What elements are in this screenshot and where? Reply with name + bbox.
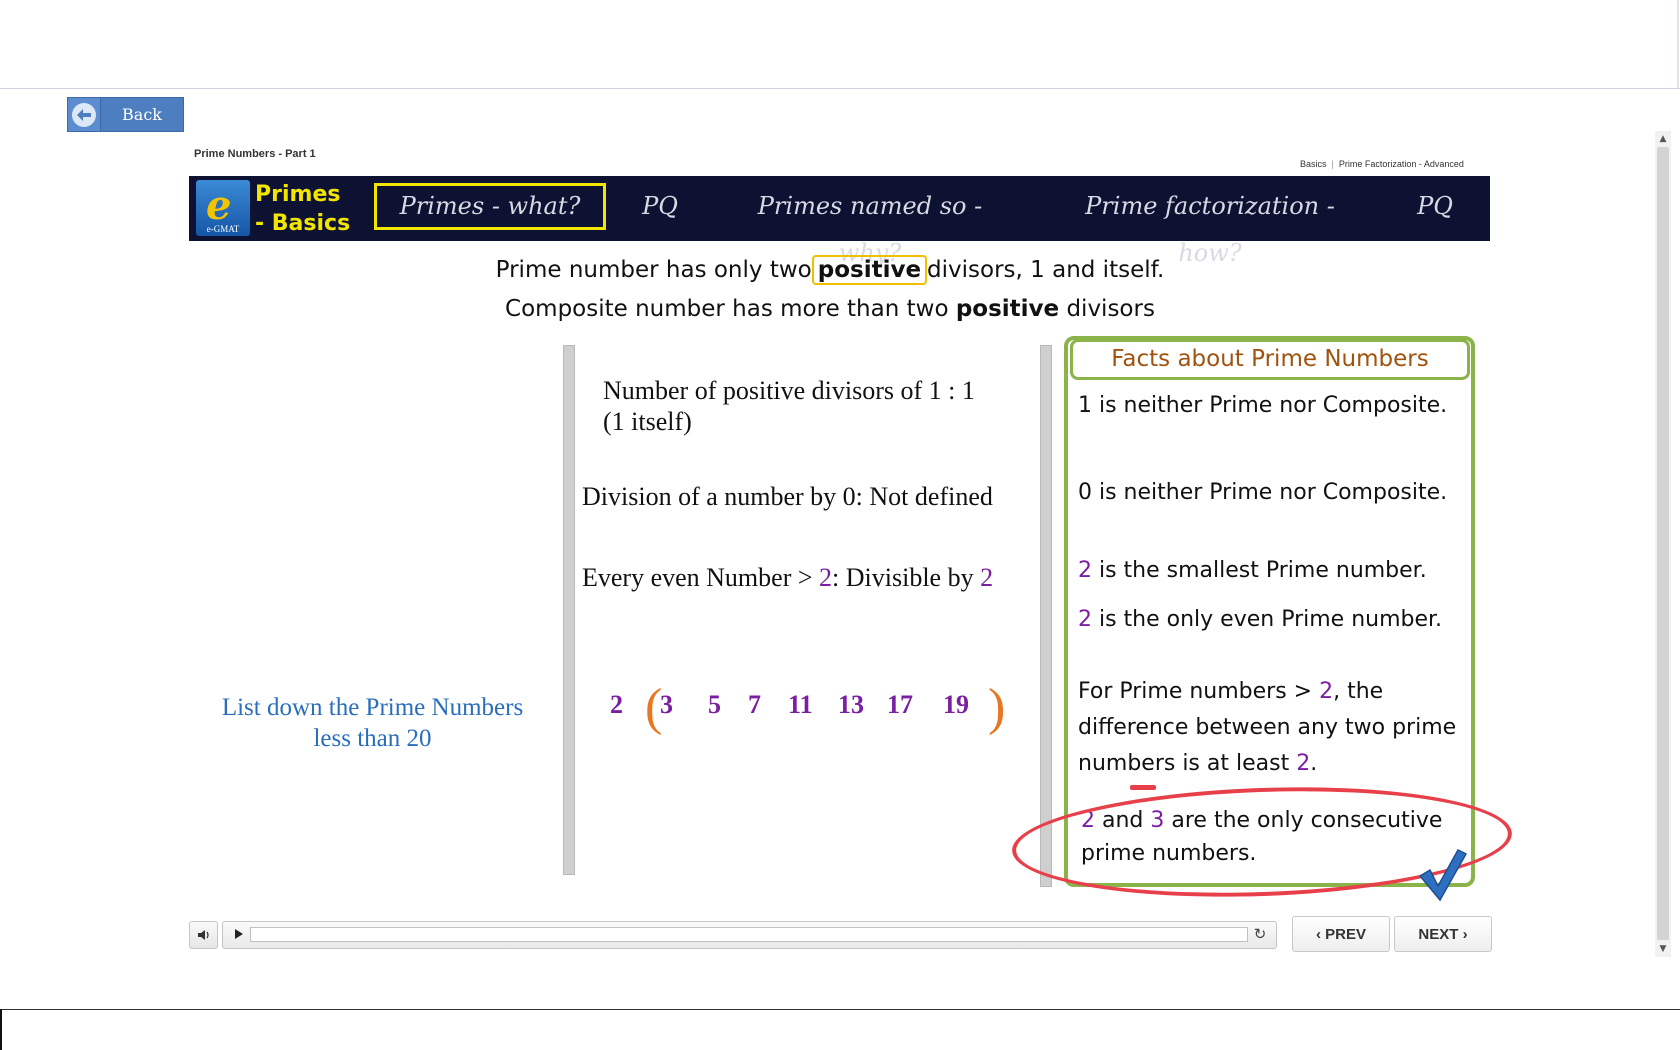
even-divisor: 2 — [980, 563, 994, 592]
nav-tab-prime-factorization[interactable]: Prime factorization - how? — [1050, 183, 1370, 267]
prime-19: 19 — [943, 690, 969, 719]
module-title-line1: Primes — [255, 182, 341, 207]
frame-top-divider — [0, 88, 1680, 89]
logo-brand: e-GMAT — [206, 224, 240, 234]
even-text-pre: Every even Number > — [582, 563, 820, 592]
composite-positive: positive — [955, 296, 1060, 322]
breadcrumb: Basics | Prime Factorization - Advanced — [1300, 159, 1464, 169]
composite-definition: Composite number has more than two posit… — [480, 296, 1180, 322]
play-icon — [235, 929, 243, 939]
mute-button[interactable] — [189, 921, 218, 949]
fact-even-prime: 2 is the only even Prime number. — [1078, 602, 1470, 638]
even-number: 2 — [819, 563, 833, 592]
composite-definition-pre: Composite number has more than two — [505, 296, 956, 322]
left-divider — [563, 345, 575, 875]
fact-smallest-prime: 2 is the smallest Prime number. — [1078, 553, 1470, 589]
bracket-close: ) — [988, 679, 1006, 736]
back-label: Back — [122, 105, 162, 124]
red-underline-mark — [1130, 785, 1156, 790]
composite-definition-post: divisors — [1059, 296, 1155, 322]
frame-left-edge — [0, 1009, 2, 1050]
prime-3: 3 — [660, 690, 673, 719]
divisors-of-one-line2: (1 itself) — [603, 407, 692, 436]
progress-track[interactable] — [250, 927, 1248, 942]
scrollbar-thumb[interactable] — [1657, 147, 1669, 940]
prime-7: 7 — [748, 690, 761, 719]
nav-tab-primes-what[interactable]: Primes - what? — [374, 183, 606, 230]
logo-letter: e — [206, 182, 232, 229]
even-text-mid: : Divisible by — [832, 563, 981, 592]
prime-definition-post: divisors, 1 and itself. — [927, 257, 1165, 283]
nav-tab-primes-named[interactable]: Primes named so - why? — [725, 183, 1015, 267]
list-primes-prompt-line1: List down the Prime Numbers — [221, 694, 524, 721]
fact-difference: For Prime numbers > 2, the difference be… — [1078, 674, 1470, 782]
fact-difference-end: . — [1310, 751, 1318, 776]
prime-2: 2 — [610, 690, 623, 719]
prime-definition: Prime number has only two positive divisor… — [480, 255, 1180, 285]
prime-5: 5 — [708, 690, 721, 719]
breadcrumb-basics[interactable]: Basics — [1300, 159, 1327, 169]
breadcrumb-prime-factorization[interactable]: Prime Factorization - Advanced — [1339, 159, 1464, 169]
fact-even-text: is the only even Prime number. — [1092, 607, 1443, 632]
back-button[interactable]: Back — [67, 97, 184, 132]
scroll-down-icon[interactable]: ▼ — [1655, 941, 1671, 957]
prime-13: 13 — [838, 690, 864, 719]
prime-11: 11 — [788, 690, 813, 719]
right-divider — [1040, 345, 1052, 887]
primes-list: 2 ( 3 5 7 11 13 17 19 ) — [605, 682, 1015, 740]
play-button[interactable] — [230, 924, 248, 944]
even-divisible: Every even Number > 2: Divisible by 2 — [582, 562, 993, 593]
course-title: Prime Numbers - Part 1 — [194, 148, 316, 160]
module-title-line2: - Basics — [255, 211, 351, 236]
checkmark-icon — [1418, 848, 1468, 907]
facts-header: Facts about Prime Numbers — [1070, 339, 1470, 380]
fact-smallest-num: 2 — [1078, 558, 1092, 583]
fact-smallest-text: is the smallest Prime number. — [1092, 558, 1427, 583]
arrow-left-icon — [72, 102, 96, 127]
divisors-of-one-line1: Number of positive divisors of 1 : 1 — [603, 376, 975, 405]
next-button[interactable]: NEXT › — [1394, 916, 1492, 952]
nav-tab-pq-1[interactable]: PQ — [630, 183, 690, 230]
positive-highlight: positive — [811, 255, 928, 285]
list-primes-prompt: List down the Prime Numbers less than 20 — [195, 692, 550, 754]
breadcrumb-separator: | — [1331, 159, 1334, 169]
prev-button[interactable]: ‹ PREV — [1292, 916, 1390, 952]
nav-tab-pq-2[interactable]: PQ — [1405, 183, 1465, 230]
division-by-zero: Division of a number by 0: Not defined — [582, 482, 993, 511]
list-primes-prompt-line2: less than 20 — [313, 725, 432, 752]
fact-difference-num2: 2 — [1296, 751, 1311, 776]
fact-even-num: 2 — [1078, 607, 1092, 632]
fact-difference-pre: For Prime numbers > — [1078, 679, 1320, 704]
fact-one: 1 is neither Prime nor Composite. — [1078, 393, 1448, 418]
prime-definition-pre: Prime number has only two — [495, 257, 812, 283]
module-title: Primes - Basics — [255, 180, 350, 238]
prime-17: 17 — [887, 690, 913, 719]
speaker-icon — [197, 930, 209, 940]
frame-bottom-divider — [0, 1009, 1680, 1010]
back-icon-box — [68, 98, 101, 131]
egmat-logo: e e-GMAT — [196, 180, 250, 236]
window-edge — [1677, 0, 1679, 88]
divisors-of-one: Number of positive divisors of 1 : 1 (1 … — [603, 375, 975, 437]
scroll-up-icon[interactable]: ▲ — [1655, 131, 1671, 147]
replay-icon[interactable]: ↻ — [1250, 924, 1270, 944]
fact-difference-num: 2 — [1319, 679, 1334, 704]
fact-zero: 0 is neither Prime nor Composite. — [1078, 480, 1448, 505]
